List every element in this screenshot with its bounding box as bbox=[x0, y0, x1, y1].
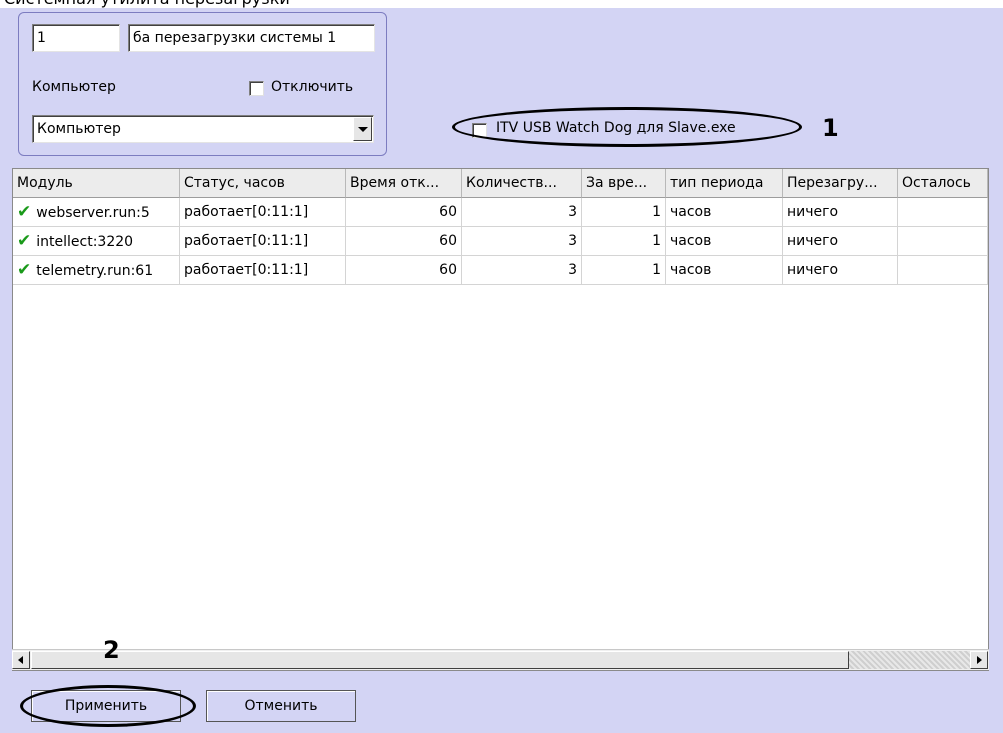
count-cell: 3 bbox=[462, 227, 582, 256]
period-cell: 1 bbox=[582, 198, 666, 227]
highlight-ellipse-apply bbox=[20, 685, 196, 727]
period-cell: 1 bbox=[582, 256, 666, 285]
period-type-cell: часов bbox=[666, 227, 783, 256]
dropdown-arrow-icon[interactable] bbox=[353, 117, 372, 141]
period-type-cell: часов bbox=[666, 256, 783, 285]
cancel-button[interactable]: Отменить bbox=[206, 690, 356, 722]
table-row[interactable]: ✔ telemetry.run:61 работает[0:11:1] 60 3 … bbox=[13, 256, 988, 285]
reboot-cell: ничего bbox=[783, 227, 898, 256]
checkmark-icon: ✔ bbox=[17, 202, 32, 222]
watchdog-settings-group: 1 ба перезагрузки системы 1 Компьютер От… bbox=[18, 12, 387, 156]
module-name: webserver.run:5 bbox=[36, 205, 150, 221]
computer-select[interactable]: Компьютер bbox=[32, 115, 374, 143]
header-period[interactable]: За вре... bbox=[582, 169, 666, 198]
module-name: intellect:3220 bbox=[36, 234, 134, 250]
header-remaining[interactable]: Осталось bbox=[898, 169, 988, 198]
disable-label: Отключить bbox=[271, 79, 354, 95]
scroll-track[interactable] bbox=[849, 651, 970, 669]
status-cell: работает[0:11:1] bbox=[180, 227, 346, 256]
name-field[interactable]: ба перезагрузки системы 1 bbox=[128, 24, 375, 52]
reboot-cell: ничего bbox=[783, 198, 898, 227]
callout-2: 2 bbox=[103, 636, 120, 664]
reboot-cell: ничего bbox=[783, 256, 898, 285]
table-row[interactable]: ✔ webserver.run:5 работает[0:11:1] 60 3 1… bbox=[13, 198, 988, 227]
scroll-left-button[interactable] bbox=[12, 651, 30, 669]
callout-1: 1 bbox=[822, 114, 839, 142]
status-cell: работает[0:11:1] bbox=[180, 256, 346, 285]
checkmark-icon: ✔ bbox=[17, 260, 32, 280]
period-cell: 1 bbox=[582, 227, 666, 256]
module-name: telemetry.run:61 bbox=[36, 263, 154, 279]
scroll-right-button[interactable] bbox=[970, 651, 988, 669]
highlight-ellipse-usb bbox=[452, 107, 802, 147]
computer-label: Компьютер bbox=[32, 79, 116, 95]
document-caption-strip: Системная утилита перезагрузки bbox=[0, 0, 1003, 8]
checkmark-icon: ✔ bbox=[17, 231, 32, 251]
remaining-cell bbox=[898, 198, 988, 227]
count-cell: 3 bbox=[462, 256, 582, 285]
status-cell: работает[0:11:1] bbox=[180, 198, 346, 227]
computer-select-value: Компьютер bbox=[37, 121, 121, 137]
count-cell: 3 bbox=[462, 198, 582, 227]
fail-time-cell: 60 bbox=[346, 198, 462, 227]
action-bar: Применить Отменить bbox=[0, 673, 1003, 733]
table-row[interactable]: ✔ intellect:3220 работает[0:11:1] 60 3 1 … bbox=[13, 227, 988, 256]
header-module[interactable]: Модуль bbox=[13, 169, 180, 198]
fail-time-cell: 60 bbox=[346, 227, 462, 256]
id-field[interactable]: 1 bbox=[32, 24, 120, 52]
table-header-row: Модуль Статус, часов Время отк... Количе… bbox=[13, 169, 988, 198]
document-caption: Системная утилита перезагрузки bbox=[4, 0, 290, 8]
header-reboot[interactable]: Перезагру... bbox=[783, 169, 898, 198]
arrow-right-icon bbox=[977, 656, 982, 664]
header-fail-time[interactable]: Время отк... bbox=[346, 169, 462, 198]
header-period-type[interactable]: тип периода bbox=[666, 169, 783, 198]
arrow-left-icon bbox=[18, 656, 23, 664]
disable-checkbox[interactable] bbox=[249, 81, 264, 96]
scroll-thumb[interactable] bbox=[31, 651, 849, 669]
period-type-cell: часов bbox=[666, 198, 783, 227]
remaining-cell bbox=[898, 227, 988, 256]
header-count[interactable]: Количеств... bbox=[462, 169, 582, 198]
modules-table: Модуль Статус, часов Время отк... Количе… bbox=[12, 168, 989, 671]
header-status[interactable]: Статус, часов bbox=[180, 169, 346, 198]
remaining-cell bbox=[898, 256, 988, 285]
settings-panel: 1 ба перезагрузки системы 1 Компьютер От… bbox=[0, 8, 1003, 733]
fail-time-cell: 60 bbox=[346, 256, 462, 285]
horizontal-scrollbar[interactable] bbox=[12, 649, 989, 670]
